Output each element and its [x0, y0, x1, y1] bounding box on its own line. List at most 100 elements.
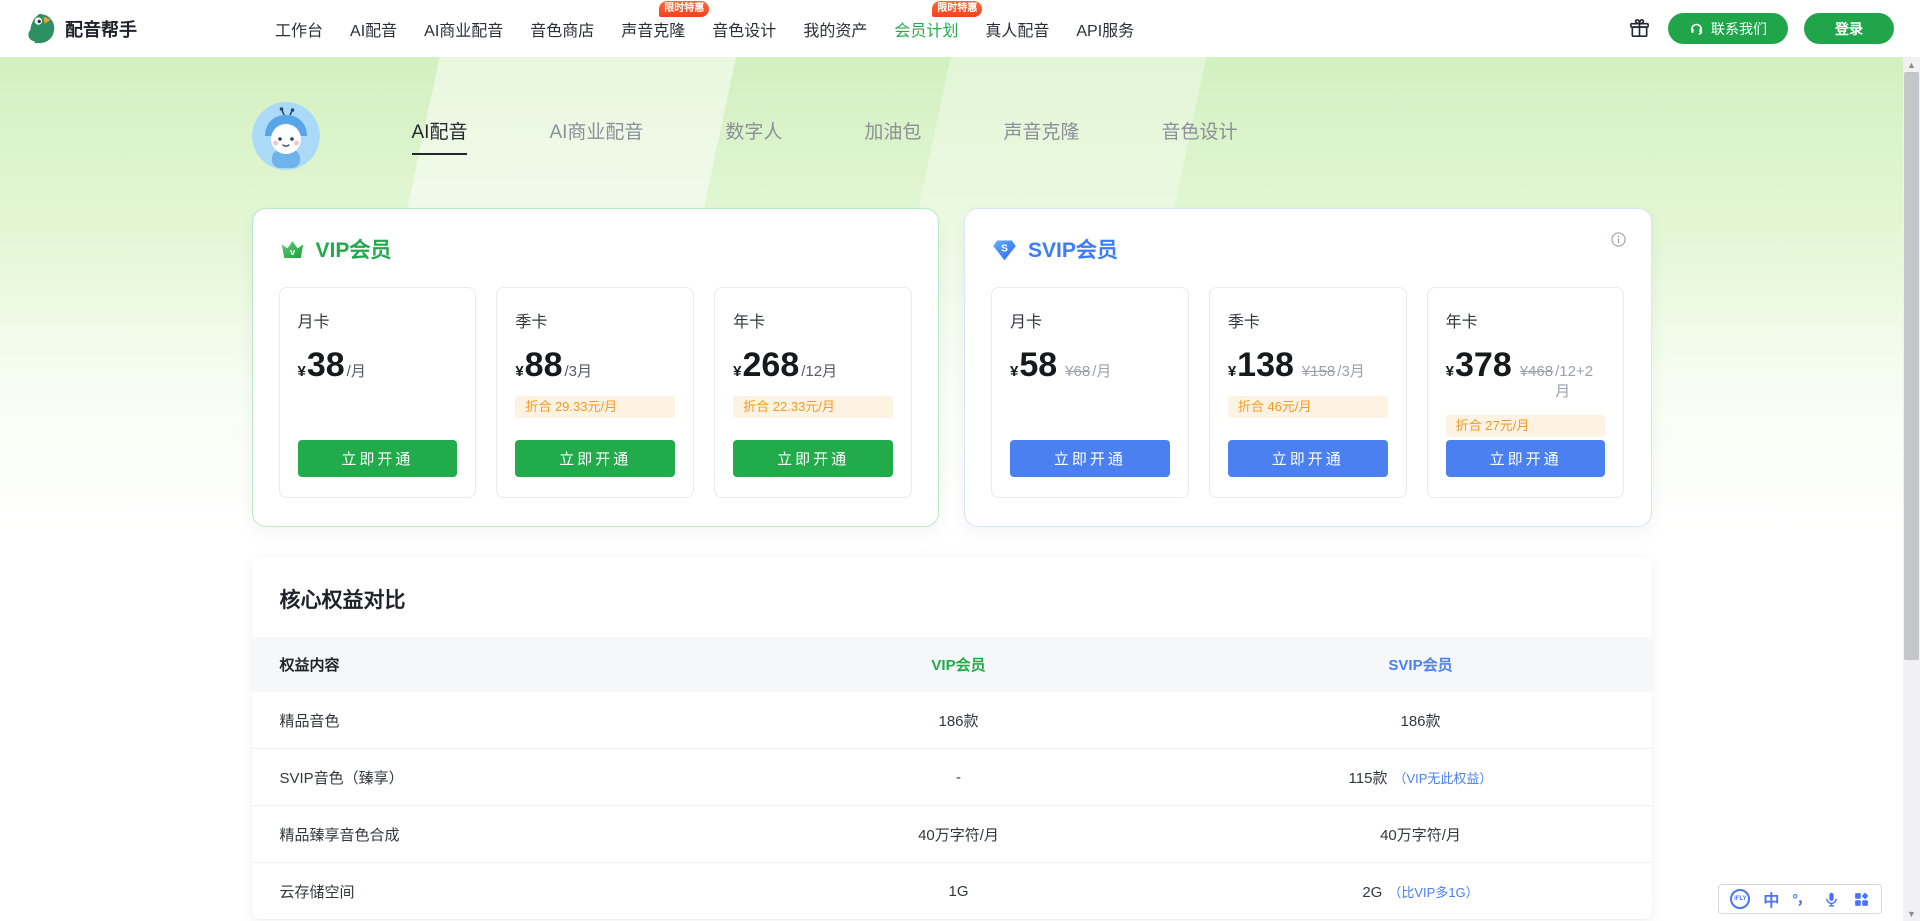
nav-item[interactable]: 音色设计 — [712, 17, 776, 41]
svip-value-cell: 186款 — [1190, 710, 1652, 731]
plan-card: 季卡 ¥ 88 /3月 折合 29.33元/月 立即开通 — [496, 287, 694, 498]
plan-price: 38 — [307, 348, 345, 382]
product-tab[interactable]: AI商业配音 — [549, 117, 643, 155]
svip-panel-title: SVIP会员 — [1028, 234, 1118, 264]
discount-per-month-badge: 折合 27元/月 — [1446, 415, 1606, 437]
svip-value: 186款 — [1400, 713, 1440, 730]
nav-item-label: 工作台 — [275, 23, 323, 40]
benefit-name-cell: SVIP音色（臻享） — [252, 767, 728, 788]
mascot-avatar — [252, 102, 320, 170]
benefit-name-cell: 精品臻享音色合成 — [252, 824, 728, 845]
svip-value-cell: 40万字符/月 — [1190, 824, 1652, 845]
nav-item[interactable]: 工作台 — [275, 17, 323, 41]
svip-note[interactable]: （VIP无此权益） — [1393, 771, 1492, 786]
scroll-up-arrow[interactable]: ▲ — [1903, 57, 1920, 72]
vip-value-cell: 1G — [728, 883, 1190, 900]
nav-item[interactable]: AI商业配音 — [424, 17, 503, 41]
table-row: SVIP音色（臻享） - 115款（VIP无此权益） — [252, 749, 1652, 806]
currency-symbol: ¥ — [298, 363, 306, 380]
info-icon[interactable] — [1610, 231, 1627, 248]
gift-icon[interactable] — [1626, 16, 1652, 42]
vip-value-cell: - — [728, 769, 1190, 786]
nav-item[interactable]: 音色商店 — [530, 17, 594, 41]
vip-panel: v VIP会员 月卡 ¥ 38 — [252, 208, 940, 527]
svip-column-header: SVIP会员 — [1190, 654, 1652, 675]
contact-us-button[interactable]: 联系我们 — [1668, 13, 1788, 44]
benefit-column-header: 权益内容 — [252, 654, 728, 675]
brand-logo[interactable]: 配音帮手 — [26, 12, 137, 46]
vip-value-cell: 40万字符/月 — [728, 824, 1190, 845]
subscribe-button[interactable]: 立即开通 — [515, 440, 675, 477]
header-actions: 联系我们 登录 — [1626, 13, 1894, 44]
currency-symbol: ¥ — [1446, 363, 1454, 380]
punctuation-icon[interactable]: °， — [1792, 889, 1810, 909]
subscribe-button[interactable]: 立即开通 — [298, 440, 458, 477]
plan-name: 年卡 — [1446, 308, 1606, 332]
product-tab[interactable]: 加油包 — [864, 117, 921, 155]
vip-crown-icon: v — [279, 236, 306, 263]
benefit-name-cell: 精品音色 — [252, 710, 728, 731]
svip-plan-cards: 月卡 ¥ 58 ¥68 /月 立即开通 — [991, 287, 1625, 498]
plan-name: 年卡 — [733, 308, 893, 332]
currency-symbol: ¥ — [515, 363, 523, 380]
subscribe-button[interactable]: 立即开通 — [1446, 440, 1606, 477]
plan-card: 季卡 ¥ 138 ¥158 /3月 折合 46元/月 立即开通 — [1209, 287, 1407, 498]
main-area: AI配音 AI商业配音 数字人 加油包 声音克隆 音色设计 — [0, 57, 1903, 921]
plan-price: 378 — [1455, 348, 1512, 382]
plan-price-row: ¥ 88 /3月 — [515, 348, 675, 382]
plan-name: 季卡 — [1228, 308, 1388, 332]
plan-unit: /月 — [1092, 360, 1111, 381]
nav-item[interactable]: 真人配音 — [985, 17, 1049, 41]
currency-symbol: ¥ — [1010, 363, 1018, 380]
nav-item[interactable]: API服务 — [1076, 17, 1134, 41]
nav-item[interactable]: 限时特惠 会员计划 — [894, 17, 958, 41]
plan-unit: /12月 — [801, 360, 837, 381]
comparison-title: 核心权益对比 — [252, 557, 1652, 637]
login-label: 登录 — [1835, 19, 1863, 39]
microphone-icon[interactable] — [1823, 891, 1840, 908]
scrollbar-thumb[interactable] — [1904, 72, 1919, 660]
plan-unit: /3月 — [565, 360, 593, 381]
plan-card: 月卡 ¥ 58 ¥68 /月 立即开通 — [991, 287, 1189, 498]
nav-item-label: 我的资产 — [803, 23, 867, 40]
nav-item-label: AI商业配音 — [424, 23, 503, 40]
plan-card: 月卡 ¥ 38 /月 立即开通 — [279, 287, 477, 498]
plan-price: 138 — [1237, 348, 1294, 382]
subscribe-button[interactable]: 立即开通 — [1228, 440, 1388, 477]
plan-unit: /月 — [347, 360, 366, 381]
ime-toolbar: iFLY 中 °， — [1718, 884, 1882, 914]
svip-value: 40万字符/月 — [1380, 827, 1461, 844]
nav-item-label: AI配音 — [350, 23, 397, 40]
contact-us-label: 联系我们 — [1711, 19, 1767, 39]
nav-item-label: 音色设计 — [712, 23, 776, 40]
plan-card: 年卡 ¥ 268 /12月 折合 22.33元/月 立即开通 — [714, 287, 912, 498]
nav-item[interactable]: 我的资产 — [803, 17, 867, 41]
comparison-rows: 精品音色 186款 186款 SVIP音色（臻享） - 115款（VIP无此权益… — [252, 692, 1652, 920]
product-tab[interactable]: 音色设计 — [1161, 117, 1237, 155]
plan-card: 年卡 ¥ 378 ¥468 /12+2月 折合 27元/月 立即开通 — [1427, 287, 1625, 498]
plan-original-price: ¥68 — [1065, 363, 1090, 380]
svip-value-cell: 2G（比VIP多1G） — [1190, 882, 1652, 901]
vip-column-header: VIP会员 — [728, 654, 1190, 675]
nav-item[interactable]: 限时特惠 声音克隆 — [621, 17, 685, 41]
nav-item-label: 声音克隆 — [621, 23, 685, 40]
subscribe-button[interactable]: 立即开通 — [1010, 440, 1170, 477]
login-button[interactable]: 登录 — [1804, 13, 1894, 44]
discount-per-month-badge: 折合 46元/月 — [1228, 396, 1388, 418]
apps-grid-icon[interactable] — [1853, 891, 1870, 908]
parrot-logo-icon — [26, 12, 56, 46]
chinese-mode-icon[interactable]: 中 — [1763, 887, 1779, 911]
product-tab[interactable]: 数字人 — [725, 117, 782, 155]
nav-item[interactable]: AI配音 — [350, 17, 397, 41]
scrollbar[interactable]: ▲ ▼ — [1903, 57, 1920, 921]
scroll-down-arrow[interactable]: ▼ — [1903, 906, 1920, 921]
plan-price: 58 — [1019, 348, 1057, 382]
benefits-comparison-panel: 核心权益对比 权益内容 VIP会员 SVIP会员 精品音色 186款 186款 — [252, 557, 1652, 920]
product-tab[interactable]: 声音克隆 — [1003, 117, 1079, 155]
svip-note[interactable]: （比VIP多1G） — [1388, 885, 1478, 900]
product-tab[interactable]: AI配音 — [412, 117, 468, 155]
pricing-page: 配音帮手 工作台 AI配音 AI商业配音 — [0, 0, 1920, 921]
subscribe-button[interactable]: 立即开通 — [733, 440, 893, 477]
ifly-logo-icon[interactable]: iFLY — [1730, 889, 1750, 909]
svip-value-cell: 115款（VIP无此权益） — [1190, 767, 1652, 788]
